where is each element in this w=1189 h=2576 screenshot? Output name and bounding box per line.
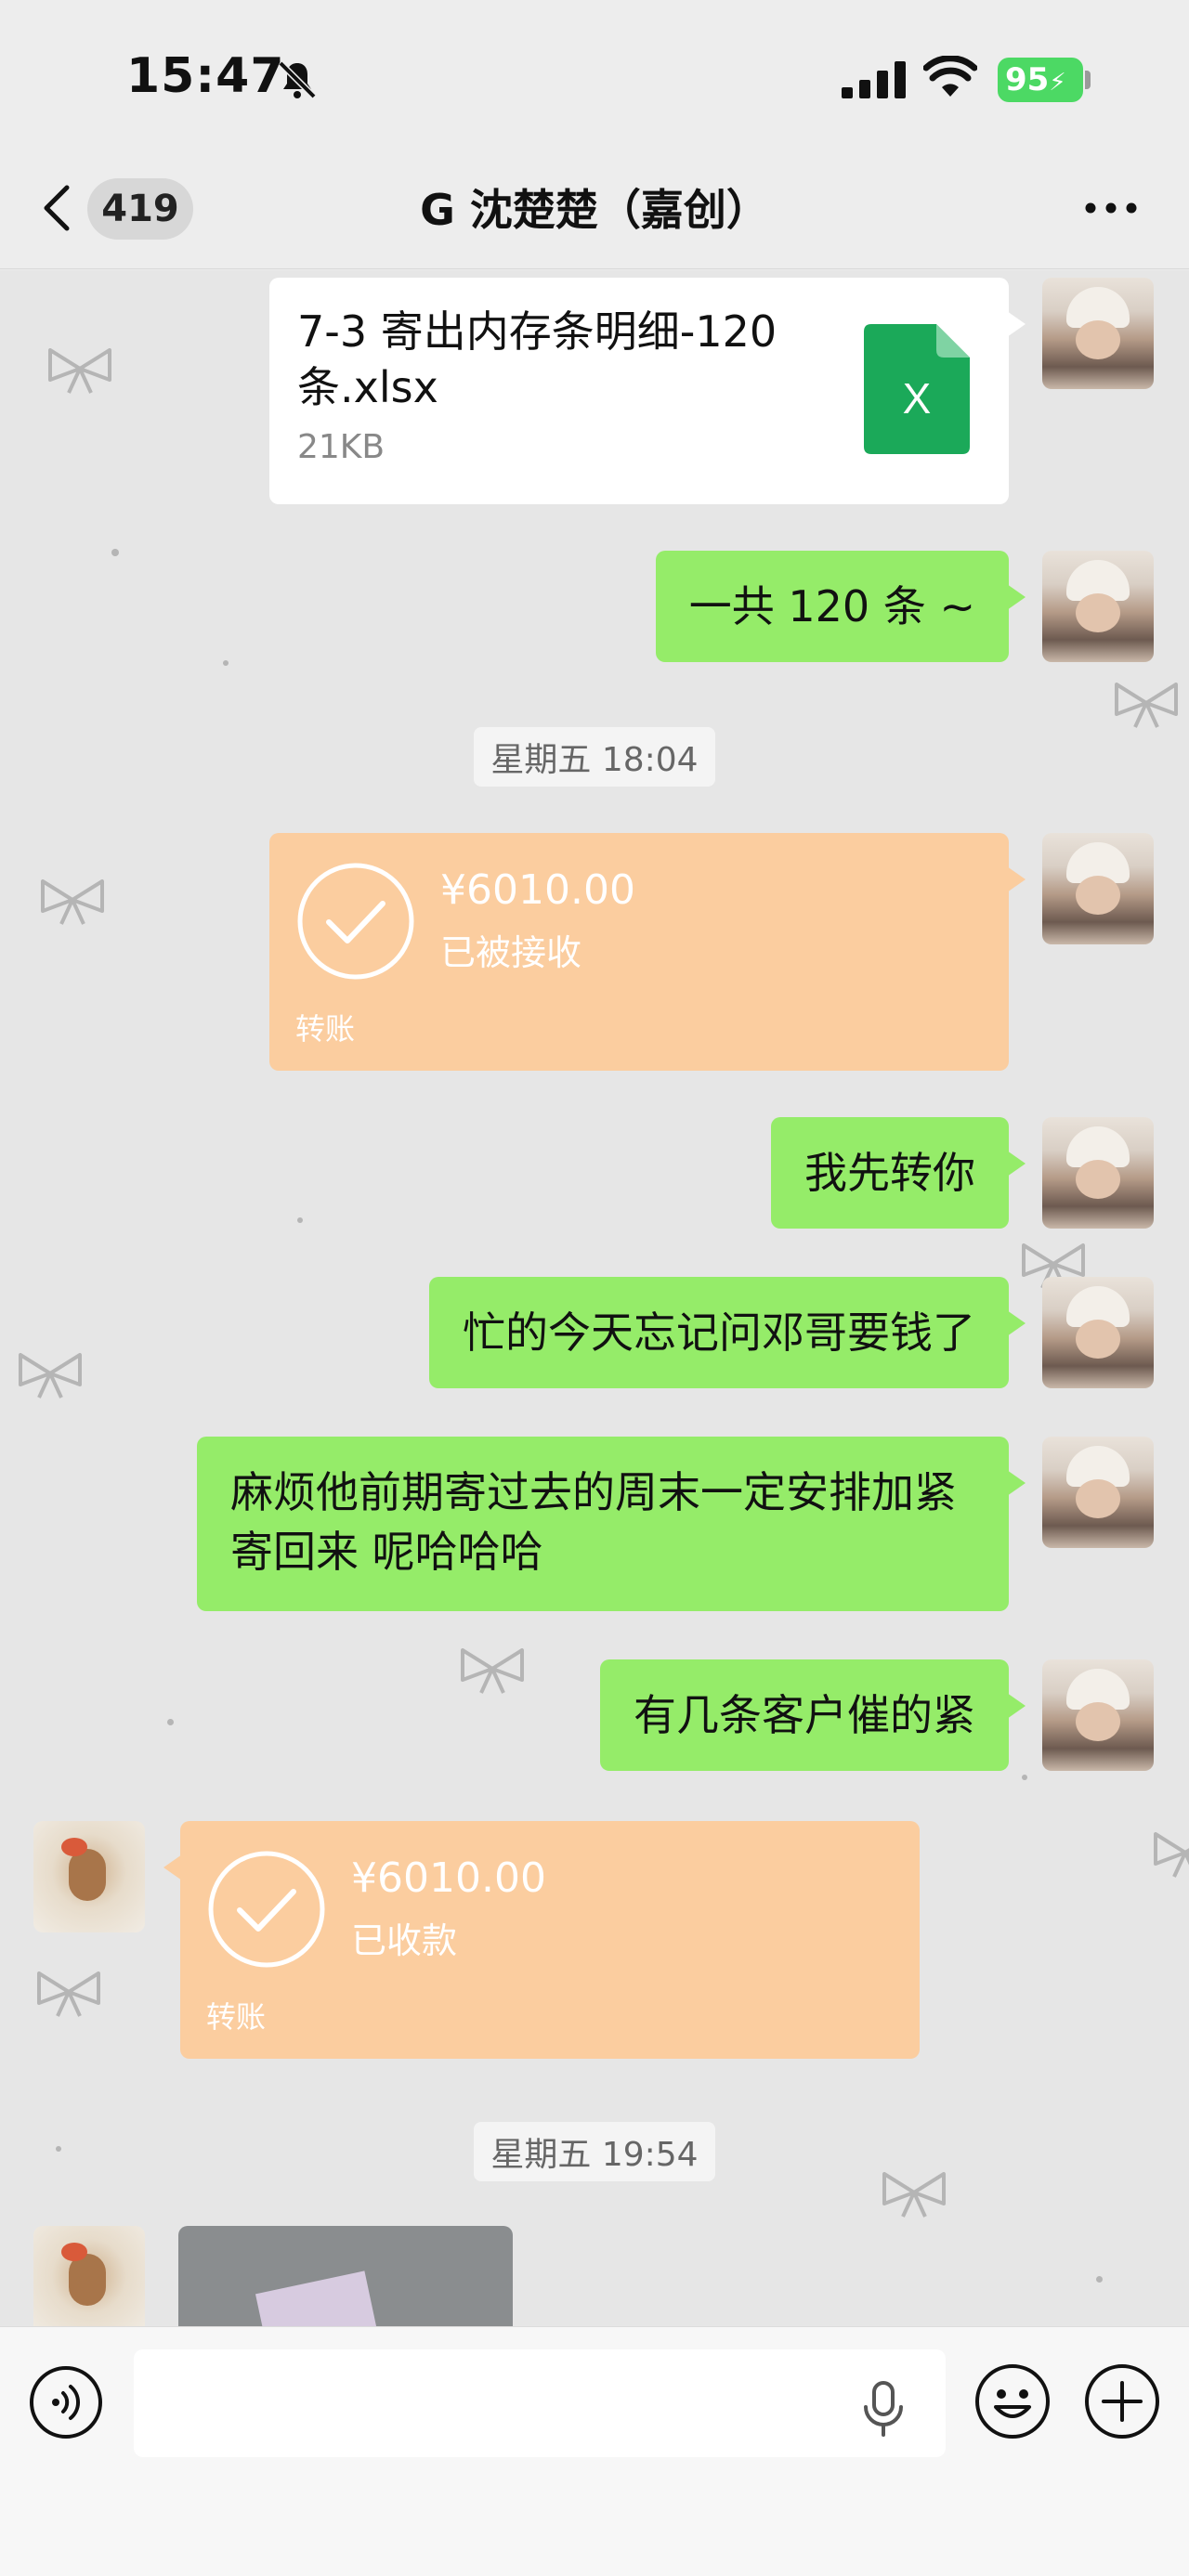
avatar-contact[interactable] (33, 2226, 145, 2326)
nav-bar: 419 G 沈楚楚（嘉创） (0, 158, 1189, 269)
avatar-self[interactable] (1042, 551, 1154, 662)
message-bubble[interactable]: 一共 120 条 ~ (655, 551, 1026, 662)
transfer-status: 已被接收 (440, 932, 582, 973)
transfer-card-received[interactable]: ¥6010.00 已收款 转账 (163, 1821, 920, 2059)
chat-area[interactable]: 7-3 寄出内存条明细-120条.xlsx 21KB X 一共 120 条 ~ … (0, 270, 1189, 2326)
avatar-self[interactable] (1042, 1277, 1154, 1388)
avatar-self[interactable] (1042, 1117, 1154, 1229)
bow-decoration (461, 1648, 524, 1694)
signal-icon (842, 61, 906, 98)
message-bubble[interactable]: 有几条客户催的紧 (600, 1659, 1026, 1771)
avatar-contact[interactable] (33, 1821, 145, 1932)
transfer-status: 已收款 (351, 1920, 458, 1961)
check-circle-icon (208, 1851, 325, 1968)
check-circle-icon (297, 863, 414, 980)
transfer-amount: ¥6010.00 (440, 866, 635, 914)
message-text: 麻烦他前期寄过去的周末一定安排加紧寄回来 呢哈哈哈 (230, 1467, 957, 1577)
avatar-self[interactable] (1042, 278, 1154, 389)
avatar-self[interactable] (1042, 1437, 1154, 1548)
message-bubble[interactable]: 麻烦他前期寄过去的周末一定安排加紧寄回来 呢哈哈哈 (197, 1437, 1026, 1611)
avatar-self[interactable] (1042, 833, 1154, 944)
background-dot (1096, 2276, 1103, 2283)
message-bubble[interactable]: 我先转你 (771, 1117, 1026, 1229)
transfer-label: 转账 (206, 1999, 267, 2035)
chat-title: G 沈楚楚（嘉创） (420, 185, 769, 235)
message-text: 有几条客户催的紧 (634, 1690, 975, 1740)
message-text: 我先转你 (804, 1148, 975, 1198)
transfer-amount: ¥6010.00 (351, 1854, 546, 1902)
bow-decoration (37, 1971, 100, 2017)
message-text: 忙的今天忘记问邓哥要钱了 (463, 1308, 975, 1358)
transfer-card-sent[interactable]: ¥6010.00 已被接收 转账 (269, 833, 1026, 1071)
background-dot (1022, 1775, 1027, 1780)
background-dot (297, 1217, 303, 1223)
input-bar (0, 2326, 1189, 2576)
plus-icon[interactable] (1083, 2362, 1161, 2440)
more-icon[interactable] (1081, 197, 1141, 219)
file-size: 21KB (297, 428, 385, 466)
battery-indicator: 95⚡ (998, 58, 1083, 102)
timestamp: 星期五 19:54 (0, 2122, 1189, 2181)
background-dot (111, 549, 119, 556)
avatar-self[interactable] (1042, 1659, 1154, 1771)
file-message[interactable]: 7-3 寄出内存条明细-120条.xlsx 21KB X (269, 278, 1026, 504)
bell-off-icon (278, 60, 317, 99)
battery-tip (1085, 71, 1091, 89)
image-message[interactable] (178, 2226, 513, 2326)
message-input[interactable] (134, 2349, 946, 2457)
transfer-label: 转账 (295, 1011, 356, 1047)
bow-decoration (41, 879, 104, 925)
background-dot (223, 660, 229, 666)
bow-decoration (19, 1353, 82, 1399)
excel-file-icon: X (864, 324, 970, 454)
background-dot (167, 1719, 174, 1725)
emoji-icon[interactable] (973, 2362, 1052, 2440)
status-bar: 15:47 95⚡ (0, 0, 1189, 158)
mic-icon[interactable] (862, 2381, 905, 2437)
voice-icon[interactable] (28, 2364, 104, 2440)
bow-decoration (1115, 683, 1178, 728)
wifi-icon (923, 56, 977, 97)
excel-letter: X (903, 374, 932, 423)
timestamp: 星期五 18:04 (0, 727, 1189, 787)
bow-decoration (1154, 1832, 1189, 1878)
message-bubble[interactable]: 忙的今天忘记问邓哥要钱了 (429, 1277, 1026, 1388)
status-time: 15:47 (126, 48, 285, 104)
file-name: 7-3 寄出内存条明细-120条.xlsx (297, 306, 777, 412)
message-text: 一共 120 条 ~ (688, 581, 975, 631)
bow-decoration (48, 348, 111, 394)
